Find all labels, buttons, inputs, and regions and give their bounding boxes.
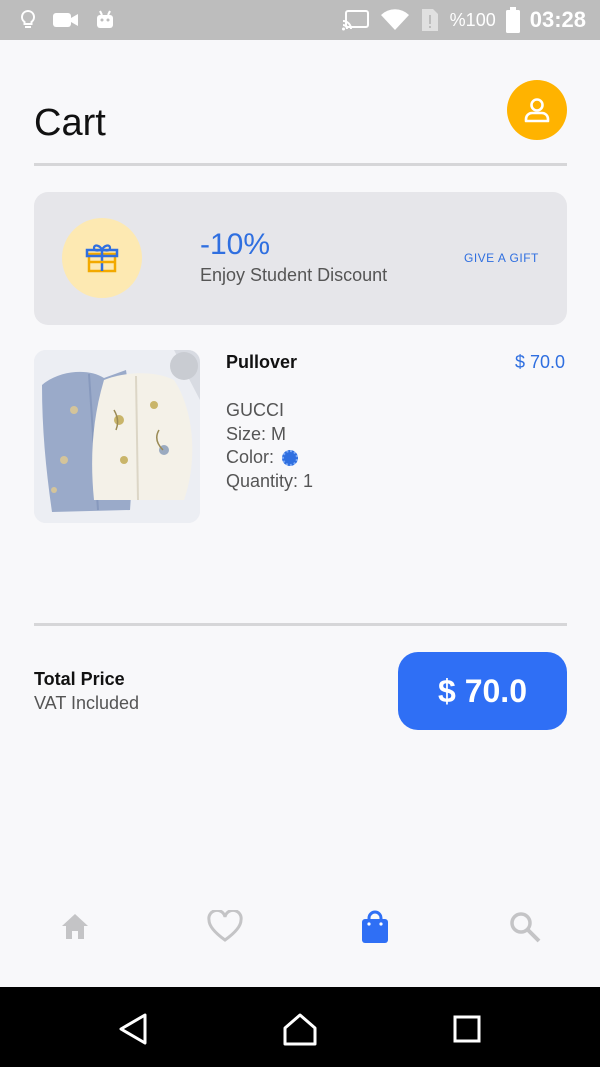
recents-button[interactable] <box>447 1009 487 1049</box>
nav-home[interactable] <box>55 907 95 947</box>
item-quantity: Quantity: 1 <box>226 470 314 491</box>
back-icon <box>117 1012 149 1046</box>
give-a-gift-link[interactable]: GIVE A GIFT <box>464 251 539 265</box>
item-details: GUCCI Size: M Color: Quantity: 1 <box>226 399 313 493</box>
battery-icon <box>505 7 520 33</box>
shopping-bag-icon <box>360 909 390 945</box>
item-size: Size: M <box>226 423 287 444</box>
status-bar-left <box>18 9 116 31</box>
profile-button[interactable] <box>507 80 567 140</box>
promo-text: Enjoy Student Discount <box>200 265 388 285</box>
nav-cart[interactable] <box>355 907 395 947</box>
battery-percent: %100 <box>449 9 496 30</box>
checkout-total-button[interactable]: $ 70.0 <box>398 652 567 730</box>
cast-icon <box>341 9 370 31</box>
nav-favorites[interactable] <box>205 907 245 947</box>
bulb-icon <box>18 9 38 31</box>
sim-alert-icon <box>420 7 440 33</box>
clock: 03:28 <box>529 7 586 32</box>
home-button[interactable] <box>280 1009 320 1049</box>
total-vat-note: VAT Included <box>34 693 140 713</box>
cart-item[interactable]: Pullover $ 70.0 GUCCI Size: M Color: Qua… <box>34 350 567 525</box>
person-icon <box>522 95 552 125</box>
video-camera-icon <box>52 10 80 30</box>
gift-icon <box>85 241 119 275</box>
recents-icon <box>452 1014 482 1044</box>
search-icon <box>508 910 542 944</box>
item-brand: GUCCI <box>226 400 284 420</box>
back-button[interactable] <box>113 1009 153 1049</box>
bottom-nav <box>0 895 600 961</box>
product-image[interactable] <box>34 350 200 523</box>
wifi-icon <box>380 8 410 32</box>
system-nav-bar <box>0 987 600 1067</box>
nav-search[interactable] <box>505 907 545 947</box>
total-section: Total Price VAT Included $ 70.0 <box>34 652 567 730</box>
android-icon <box>94 9 116 31</box>
total-label: Total Price <box>34 669 125 689</box>
gift-badge <box>62 218 142 298</box>
item-color-label: Color: <box>226 447 275 467</box>
status-bar-right: %100 03:28 <box>341 7 586 33</box>
item-color-swatch <box>282 449 299 466</box>
header-divider <box>34 163 567 166</box>
promo-discount: -10% <box>200 228 271 261</box>
home-button-icon <box>282 1012 318 1046</box>
heart-icon <box>207 910 243 944</box>
item-price: $ 70.0 <box>514 352 565 372</box>
home-icon <box>58 910 92 944</box>
header: Cart <box>34 80 567 164</box>
promo-card: -10% Enjoy Student Discount GIVE A GIFT <box>34 192 567 325</box>
status-bar: %100 03:28 <box>0 0 600 40</box>
item-name: Pullover <box>226 352 298 372</box>
total-divider <box>34 623 567 626</box>
item-color-row: Color: <box>226 446 313 470</box>
page-title: Cart <box>34 102 106 144</box>
